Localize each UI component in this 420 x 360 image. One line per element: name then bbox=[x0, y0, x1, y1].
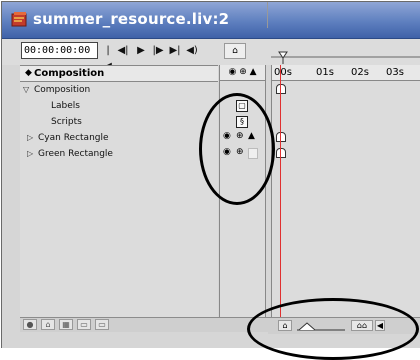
layer-label: Cyan Rectangle bbox=[38, 133, 109, 143]
title-bar[interactable]: summer_resource.liv:2 bbox=[2, 2, 420, 39]
composition-marker[interactable] bbox=[276, 84, 286, 94]
layer-row-cyan-rectangle[interactable]: ▷ Cyan Rectangle bbox=[20, 130, 218, 146]
ruler-tick-label: 00s bbox=[274, 67, 292, 78]
layer-label: Composition bbox=[34, 85, 91, 95]
layer-status-bar: ● ⌂ ▦ ▭ ▭ bbox=[20, 317, 268, 332]
new-layer-icon[interactable]: ⌂ bbox=[41, 319, 55, 330]
ruler-tick-label: 01s bbox=[316, 67, 334, 78]
layer-column-header[interactable]: ◆ Composition bbox=[20, 66, 218, 82]
layer-row-labels[interactable]: Labels bbox=[20, 98, 218, 114]
navigator-slider-icon[interactable] bbox=[271, 48, 420, 65]
trash-icon[interactable]: ▭ bbox=[95, 319, 109, 330]
column-header-label: Composition bbox=[34, 68, 105, 79]
layer-label: Scripts bbox=[51, 117, 82, 127]
layer-row-composition[interactable]: ▽ Composition bbox=[20, 82, 218, 98]
folder-icon[interactable]: ▭ bbox=[77, 319, 91, 330]
sort-diamond-icon[interactable]: ◆ bbox=[25, 66, 32, 81]
timeline-row[interactable] bbox=[272, 145, 420, 161]
lock-icon[interactable]: ▲ bbox=[250, 67, 257, 77]
layer-bar-start[interactable] bbox=[276, 132, 286, 142]
layer-options-icon[interactable]: ▦ bbox=[59, 319, 73, 330]
audio-icon[interactable]: ◀) bbox=[185, 43, 199, 59]
timecode-field[interactable]: 00:00:00:00 bbox=[21, 42, 98, 59]
annotation-ellipse bbox=[247, 298, 419, 360]
marker-well bbox=[267, 2, 302, 28]
disclosure-closed-icon[interactable]: ▷ bbox=[27, 146, 33, 162]
disclosure-open-icon[interactable]: ▽ bbox=[23, 82, 29, 98]
record-icon[interactable]: ● bbox=[23, 319, 37, 330]
app-icon bbox=[11, 12, 27, 27]
previous-frame-icon[interactable]: ◀| bbox=[116, 43, 130, 59]
go-to-start-icon[interactable]: |◀ bbox=[103, 43, 113, 72]
ruler-tick-label: 03s bbox=[386, 67, 404, 78]
visibility-icon[interactable]: ◉ bbox=[228, 67, 236, 77]
layer-row-green-rectangle[interactable]: ▷ Green Rectangle bbox=[20, 146, 218, 162]
annotation-circle bbox=[199, 93, 275, 205]
layer-bar-start[interactable] bbox=[276, 148, 286, 158]
timeline-row[interactable] bbox=[272, 129, 420, 145]
layer-label: Green Rectangle bbox=[38, 149, 113, 159]
layer-row-scripts[interactable]: Scripts bbox=[20, 114, 218, 130]
play-icon[interactable]: ▶ bbox=[135, 43, 147, 59]
timeline-panel[interactable]: 00s 01s 02s 03s bbox=[271, 65, 420, 317]
disclosure-closed-icon[interactable]: ▷ bbox=[27, 130, 33, 146]
timeline-row[interactable] bbox=[272, 81, 420, 97]
layer-label: Labels bbox=[51, 101, 80, 111]
time-ruler[interactable]: 00s 01s 02s 03s bbox=[272, 65, 420, 81]
time-navigator[interactable] bbox=[271, 48, 420, 65]
current-time-indicator[interactable] bbox=[280, 65, 281, 317]
layer-outline-panel: ◆ Composition ▽ Composition Labels Scrip… bbox=[20, 65, 218, 318]
ruler-tick-label: 02s bbox=[351, 67, 369, 78]
switches-header: ◉ ⊕ ▲ bbox=[220, 65, 265, 81]
go-to-end-icon[interactable]: ▶| bbox=[168, 43, 182, 59]
next-frame-icon[interactable]: |▶ bbox=[151, 43, 165, 59]
window-title: summer_resource.liv:2 bbox=[33, 10, 230, 28]
solo-icon[interactable]: ⊕ bbox=[239, 67, 247, 77]
wave-button[interactable]: ⌂ bbox=[224, 43, 246, 59]
